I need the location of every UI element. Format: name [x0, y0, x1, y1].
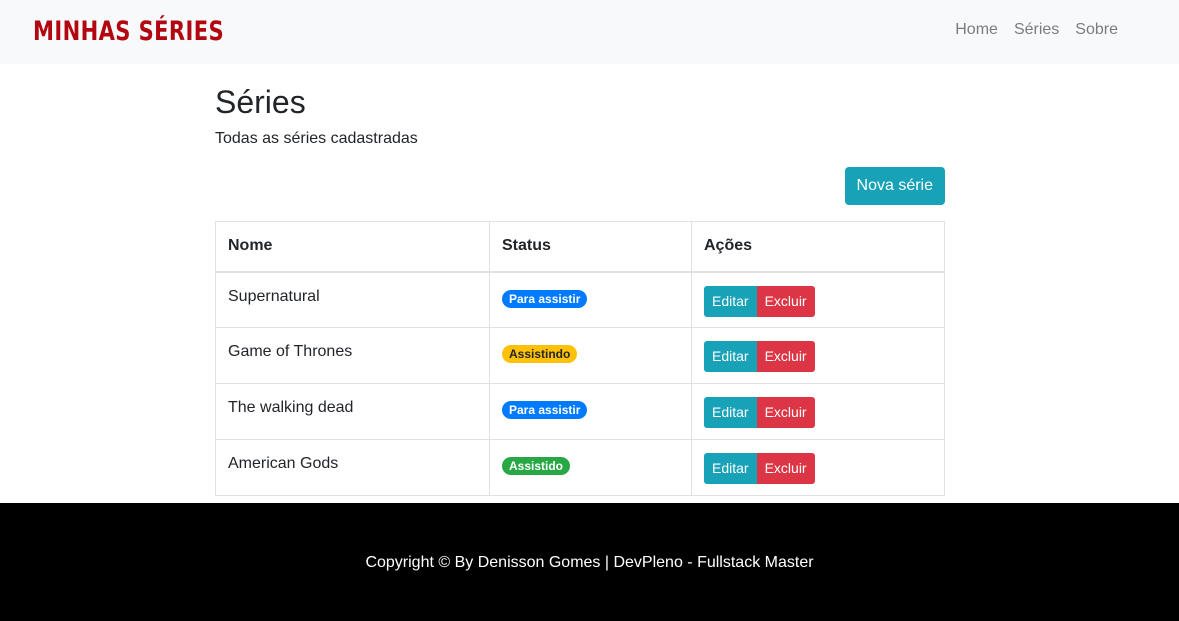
nav-link-sobre[interactable]: Sobre — [1067, 20, 1126, 40]
page-title: Séries — [215, 84, 306, 120]
footer-copyright: Copyright © By Denisson Gomes | DevPleno… — [365, 554, 814, 571]
delete-button[interactable]: Excluir — [756, 397, 815, 428]
status-badge: Para assistir — [502, 401, 588, 419]
new-series-button[interactable]: Nova série — [844, 167, 945, 205]
brand-logo[interactable]: MINHAS SÉRIES — [33, 16, 224, 47]
action-buttons: Editar Excluir — [704, 341, 932, 372]
status-cell: Para assistir — [489, 383, 692, 440]
action-buttons: Editar Excluir — [704, 453, 932, 484]
status-badge: Assistido — [502, 457, 571, 475]
column-header-acoes: Ações — [691, 221, 945, 273]
table-row: Supernatural Para assistir Editar Excluir — [215, 271, 945, 328]
status-cell: Assistido — [489, 439, 692, 496]
nav-link-home[interactable]: Home — [947, 20, 1006, 40]
footer: Copyright © By Denisson Gomes | DevPleno… — [0, 503, 1179, 621]
page-subtitle: Todas as séries cadastradas — [215, 130, 418, 147]
edit-button[interactable]: Editar — [704, 285, 757, 317]
status-badge: Para assistir — [502, 289, 588, 308]
table-row: Game of Thrones Assistindo Editar Excluir — [215, 327, 945, 384]
edit-button[interactable]: Editar — [704, 453, 757, 484]
column-header-status: Status — [489, 221, 692, 273]
status-cell: Assistindo — [489, 327, 692, 384]
delete-button[interactable]: Excluir — [756, 341, 815, 372]
navbar: MINHAS SÉRIES Home Séries Sobre — [0, 0, 1179, 64]
series-name: Game of Thrones — [215, 327, 490, 384]
action-buttons: Editar Excluir — [704, 285, 932, 317]
series-name: Supernatural — [215, 271, 490, 328]
actions-cell: Editar Excluir — [691, 271, 945, 328]
table-header-row: Nome Status Ações — [215, 221, 945, 273]
table-row: American Gods Assistido Editar Excluir — [215, 439, 945, 496]
column-header-nome: Nome — [215, 221, 490, 273]
table-row: The walking dead Para assistir Editar Exc… — [215, 383, 945, 440]
series-name: The walking dead — [215, 383, 490, 440]
series-table: Nome Status Ações Supernatural Para assi… — [215, 221, 945, 496]
edit-button[interactable]: Editar — [704, 397, 757, 428]
edit-button[interactable]: Editar — [704, 341, 757, 372]
actions-cell: Editar Excluir — [691, 439, 945, 496]
status-badge: Assistindo — [502, 345, 578, 363]
nav-links: Home Séries Sobre — [947, 20, 1126, 40]
actions-cell: Editar Excluir — [691, 383, 945, 440]
status-cell: Para assistir — [489, 271, 692, 328]
series-name: American Gods — [215, 439, 490, 496]
nav-link-series[interactable]: Séries — [1006, 20, 1067, 40]
actions-cell: Editar Excluir — [691, 327, 945, 384]
action-buttons: Editar Excluir — [704, 397, 932, 428]
delete-button[interactable]: Excluir — [756, 453, 815, 484]
delete-button[interactable]: Excluir — [756, 285, 815, 317]
